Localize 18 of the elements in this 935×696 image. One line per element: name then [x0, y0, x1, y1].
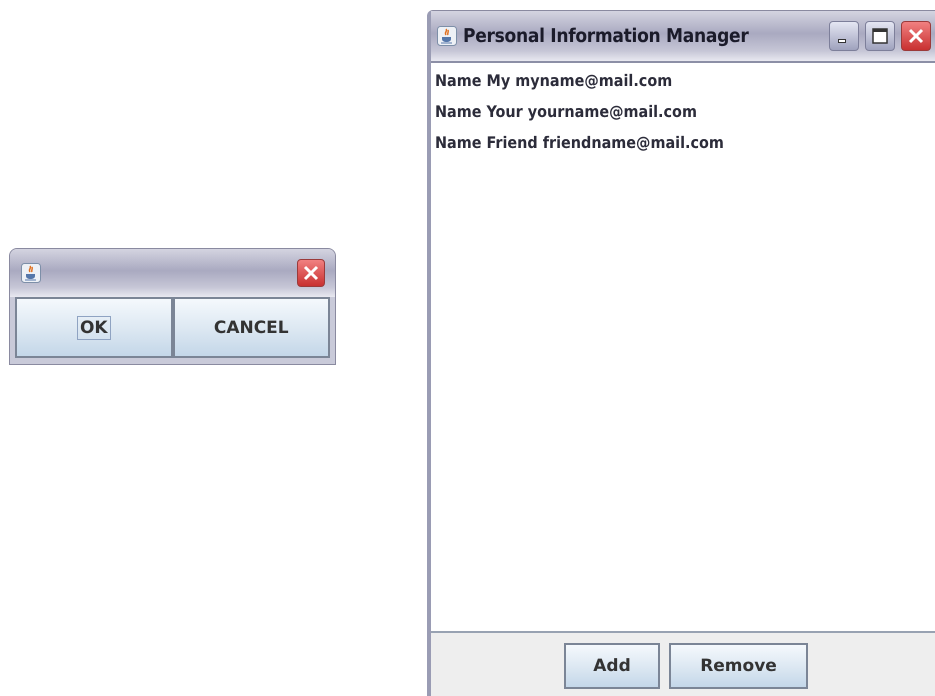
ok-button[interactable]: OK [15, 297, 172, 358]
add-button[interactable]: Add [564, 643, 660, 689]
maximize-icon [871, 27, 889, 45]
close-button[interactable] [297, 259, 325, 287]
window-title: Personal Information Manager [463, 25, 750, 47]
maximize-button[interactable] [865, 21, 895, 51]
cup-icon [437, 26, 457, 46]
close-icon [302, 264, 320, 282]
close-icon [907, 27, 925, 45]
minimize-button[interactable] [829, 21, 859, 51]
list-item[interactable]: Name My myname@mail.com [435, 69, 931, 92]
cancel-button[interactable]: CANCEL [172, 297, 330, 358]
minimize-icon [838, 39, 846, 43]
cup-icon [21, 263, 41, 283]
remove-button[interactable]: Remove [669, 643, 808, 689]
close-button[interactable] [901, 21, 931, 51]
list-item[interactable]: Name Your yourname@mail.com [435, 100, 931, 123]
list-item[interactable]: Name Friend friendname@mail.com [435, 131, 931, 154]
